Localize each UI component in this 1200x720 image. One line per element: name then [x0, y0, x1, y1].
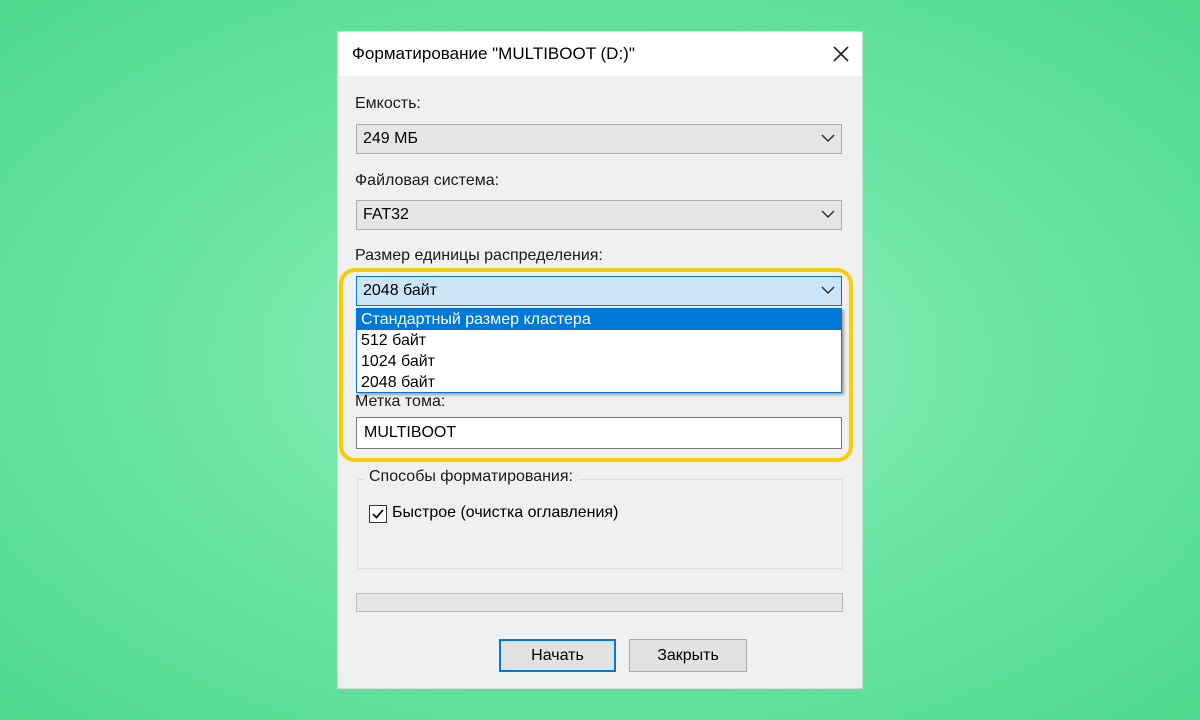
- quick-format-label[interactable]: Быстрое (очистка оглавления): [392, 504, 618, 522]
- format-progress-bar: [356, 593, 843, 612]
- chevron-down-icon: [821, 134, 835, 143]
- capacity-select[interactable]: 249 МБ: [356, 124, 842, 154]
- filesystem-label: Файловая система:: [355, 172, 500, 189]
- format-options-label: Способы форматирования:: [364, 468, 578, 486]
- chevron-down-icon: [821, 210, 835, 219]
- close-button[interactable]: Закрыть: [629, 639, 747, 672]
- filesystem-value: FAT32: [363, 206, 409, 223]
- start-button[interactable]: Начать: [499, 639, 616, 672]
- close-icon: [833, 46, 849, 62]
- highlight-outline: [339, 268, 853, 462]
- capacity-value: 249 МБ: [363, 130, 418, 147]
- checkmark-icon: [372, 509, 384, 519]
- filesystem-select[interactable]: FAT32: [356, 200, 842, 230]
- quick-format-checkbox[interactable]: [369, 505, 387, 523]
- close-window-button[interactable]: [820, 32, 862, 76]
- dialog-title: Форматирование "MULTIBOOT (D:)": [352, 44, 635, 63]
- allocation-label: Размер единицы распределения:: [355, 247, 603, 264]
- format-options-group: [357, 479, 843, 569]
- title-bar: Форматирование "MULTIBOOT (D:)": [338, 32, 862, 76]
- capacity-label: Емкость:: [355, 95, 421, 112]
